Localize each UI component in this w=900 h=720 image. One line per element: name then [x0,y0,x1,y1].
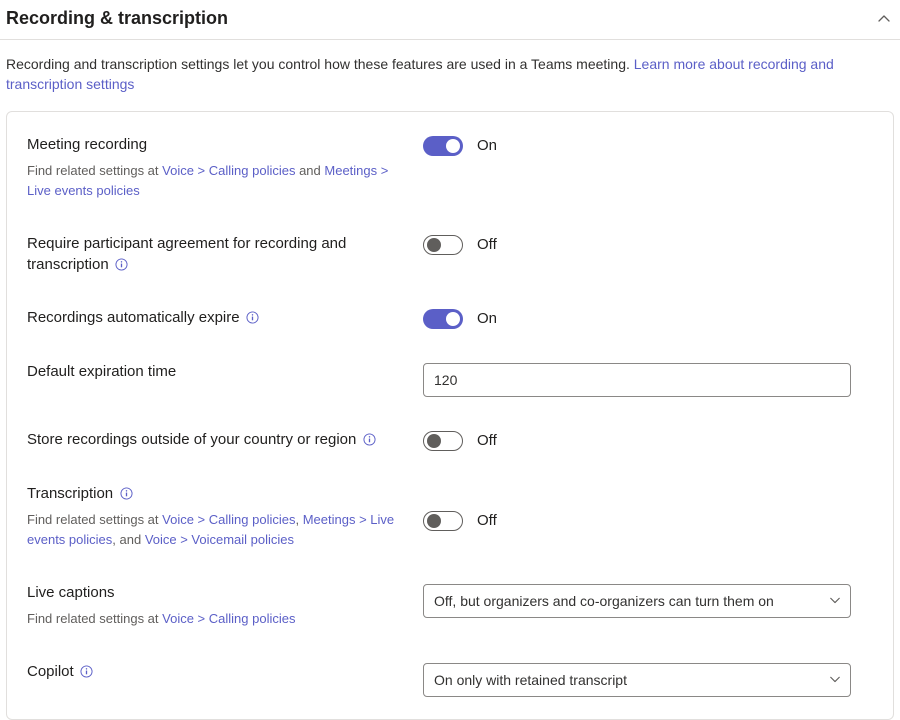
related-prefix: Find related settings at [27,611,162,626]
copilot-label: Copilot [27,663,74,680]
setting-require-agreement: Require participant agreement for record… [7,217,893,291]
require-agreement-toggle[interactable] [423,235,463,255]
voice-calling-link[interactable]: Voice > Calling policies [162,163,295,178]
setting-store-outside: Store recordings outside of your country… [7,413,893,467]
meeting-recording-label: Meeting recording [27,136,147,153]
info-icon[interactable] [246,310,260,324]
setting-default-expiration: Default expiration time [7,345,893,413]
related-prefix: Find related settings at [27,512,162,527]
meeting-recording-toggle[interactable] [423,136,463,156]
live-captions-label: Live captions [27,584,115,601]
meeting-recording-sublabel: Find related settings at Voice > Calling… [27,161,407,201]
auto-expire-toggle[interactable] [423,309,463,329]
section-title: Recording & transcription [6,8,228,29]
auto-expire-state: On [477,310,497,327]
setting-copilot: Copilot On only with retained transcript [7,645,893,713]
voice-calling-link[interactable]: Voice > Calling policies [162,512,295,527]
require-agreement-state: Off [477,236,497,253]
live-captions-select[interactable]: Off, but organizers and co-organizers ca… [423,584,851,618]
and-text: and [295,163,324,178]
default-expiration-label: Default expiration time [27,363,176,380]
setting-auto-expire: Recordings automatically expire On [7,291,893,345]
info-icon[interactable] [362,432,376,446]
store-outside-label: Store recordings outside of your country… [27,431,356,448]
description-text: Recording and transcription settings let… [6,56,634,72]
live-captions-sublabel: Find related settings at Voice > Calling… [27,609,407,629]
info-icon[interactable] [119,486,133,500]
default-expiration-input[interactable] [423,363,851,397]
settings-card: Meeting recording Find related settings … [6,111,894,720]
live-captions-value: Off, but organizers and co-organizers ca… [434,593,774,609]
store-outside-toggle[interactable] [423,431,463,451]
info-icon[interactable] [115,257,129,271]
info-icon[interactable] [80,665,94,679]
auto-expire-label: Recordings automatically expire [27,309,240,326]
store-outside-state: Off [477,432,497,449]
voice-calling-link[interactable]: Voice > Calling policies [162,611,295,626]
voice-voicemail-link[interactable]: Voice > Voicemail policies [145,532,294,547]
transcription-toggle[interactable] [423,511,463,531]
setting-meeting-recording: Meeting recording Find related settings … [7,118,893,217]
require-agreement-label: Require participant agreement for record… [27,235,346,273]
copilot-value: On only with retained transcript [434,672,627,688]
related-prefix: Find related settings at [27,163,162,178]
section-header: Recording & transcription [0,0,900,40]
transcription-sublabel: Find related settings at Voice > Calling… [27,510,407,550]
setting-live-captions: Live captions Find related settings at V… [7,566,893,645]
transcription-state: Off [477,512,497,529]
collapse-chevron-up-icon[interactable] [874,9,894,29]
setting-transcription: Transcription Find related settings at V… [7,467,893,566]
copilot-select[interactable]: On only with retained transcript [423,663,851,697]
and-text: , and [112,532,145,547]
section-description: Recording and transcription settings let… [0,54,900,111]
transcription-label: Transcription [27,485,113,502]
meeting-recording-state: On [477,137,497,154]
